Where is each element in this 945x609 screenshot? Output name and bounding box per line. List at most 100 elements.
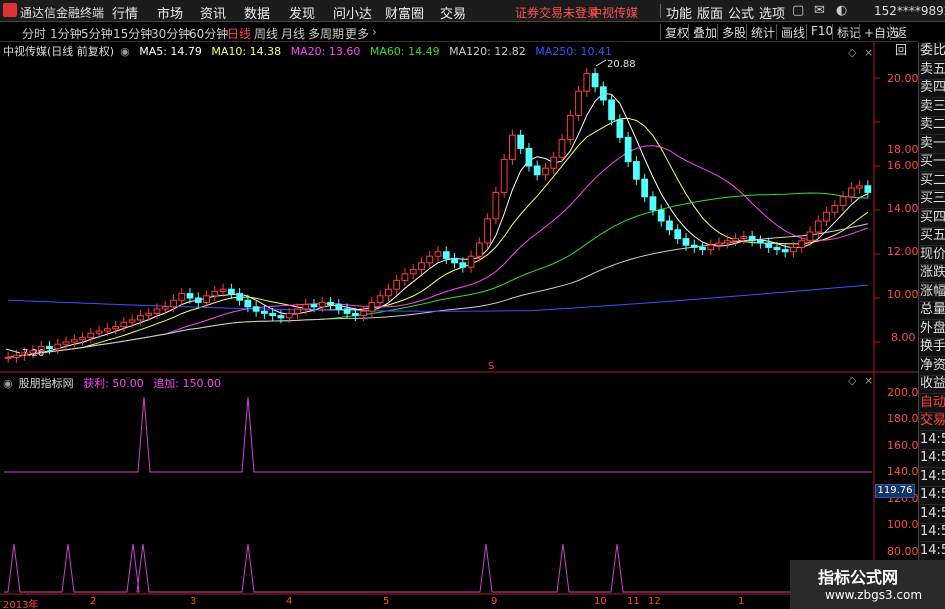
candle-body xyxy=(839,196,847,207)
side-panel-item[interactable]: 14:56 xyxy=(920,468,945,487)
period-5min[interactable]: 5分钟 xyxy=(81,25,113,42)
menu-jiaoyi[interactable]: 交易 xyxy=(440,3,466,22)
indicator-axis-label: 200.0 xyxy=(887,386,919,399)
menu-gongneng[interactable]: 功能 xyxy=(666,3,692,22)
menu-faxian[interactable]: 发现 xyxy=(289,3,315,22)
kline-chart-area[interactable]: ◇ × ◇ × xyxy=(0,42,918,609)
low-price-annotation: 7.26 xyxy=(22,348,45,359)
date-label: 10 xyxy=(594,596,607,607)
candle-body xyxy=(178,293,186,301)
trade-login-notice[interactable]: 证券交易未登录 xyxy=(515,4,599,21)
candle-body xyxy=(566,114,574,141)
watermark-title: 指标公式网 xyxy=(818,568,899,587)
indicator-settings-icon: ◇ xyxy=(848,374,857,387)
side-panel-item[interactable]: 委比 xyxy=(920,42,945,61)
side-panel-item[interactable]: 14:56 xyxy=(920,505,945,524)
tool-fuquan[interactable]: 复权 xyxy=(660,24,689,40)
period-60min[interactable]: 60分钟 xyxy=(189,25,228,42)
side-panel-item[interactable]: 外盘 xyxy=(920,320,945,339)
period-daily[interactable]: 日线 xyxy=(227,25,251,42)
side-panel-item[interactable]: 涨幅 xyxy=(920,283,945,302)
period-fenshi[interactable]: 分时 xyxy=(22,25,46,42)
side-panel-item[interactable]: 14:56 xyxy=(920,542,945,561)
side-panel-item[interactable]: 收益 xyxy=(920,375,945,394)
candle-body xyxy=(153,308,161,314)
side-panel-item[interactable]: 14:56 xyxy=(920,449,945,468)
candle-body xyxy=(823,211,830,222)
tool-biaoji[interactable]: 标记 xyxy=(832,24,861,40)
period-more[interactable]: 更多 xyxy=(345,25,369,42)
period-multi[interactable]: 多周期 xyxy=(308,25,344,42)
side-panel-item[interactable]: 买四 xyxy=(920,209,945,228)
dropdown-icon[interactable]: ◉ xyxy=(120,45,130,58)
side-panel-item[interactable]: 14:56 xyxy=(920,486,945,505)
side-panel-item[interactable]: 现价 xyxy=(920,246,945,265)
side-panel-item[interactable]: 买三 xyxy=(920,190,945,209)
side-panel-item[interactable]: 14:56 xyxy=(920,431,945,450)
current-stock-name: 中视传媒 xyxy=(590,6,639,20)
indicator-name[interactable]: 股朋指标网 xyxy=(19,377,74,390)
candle-body xyxy=(856,185,863,189)
high-price-annotation: 20.88 xyxy=(607,59,636,70)
menu-wenxiaoda[interactable]: 问小达 xyxy=(333,3,372,22)
stock-period-label[interactable]: 中视传媒(日线 前复权) xyxy=(3,45,114,58)
user-account[interactable]: 152****9892 xyxy=(874,4,945,18)
tool-diejia[interactable]: 叠加 xyxy=(688,24,717,40)
menu-hangqing[interactable]: 行情 xyxy=(112,3,138,22)
side-panel-item[interactable]: 卖二 xyxy=(920,116,945,135)
period-monthly[interactable]: 月线 xyxy=(281,25,305,42)
menu-shichang[interactable]: 市场 xyxy=(157,3,183,22)
skin-icon[interactable]: ◐ xyxy=(836,3,847,18)
menu-gongshi[interactable]: 公式 xyxy=(728,3,754,22)
watermark-url: www.zbgs3.com xyxy=(825,588,923,602)
candle-body xyxy=(550,156,558,169)
candle-body xyxy=(409,268,417,275)
indicator-param-add: 追加: 150.00 xyxy=(153,377,222,390)
menu-banmian[interactable]: 版面 xyxy=(697,3,723,22)
side-panel-item[interactable]: 买五 xyxy=(920,227,945,246)
indicator-dropdown-icon[interactable]: ◉ xyxy=(3,377,13,390)
tool-f10[interactable]: F10 xyxy=(806,24,833,40)
period-15min[interactable]: 15分钟 xyxy=(113,25,152,42)
candle-body xyxy=(137,315,144,321)
side-panel-item[interactable]: 卖四 xyxy=(920,79,945,98)
side-panel-item[interactable]: 自动 xyxy=(920,394,945,413)
candle-body xyxy=(70,339,78,343)
candle-body xyxy=(451,257,458,264)
period-30min[interactable]: 30分钟 xyxy=(151,25,190,42)
candle-body xyxy=(790,246,797,253)
side-panel-item[interactable]: 卖三 xyxy=(920,98,945,117)
period-1min[interactable]: 1分钟 xyxy=(50,25,82,42)
account-icon[interactable]: ▢ xyxy=(792,3,804,18)
candle-body xyxy=(186,293,194,299)
menu-caifuquan[interactable]: 财富圈 xyxy=(385,3,424,22)
side-panel-item[interactable]: 买二 xyxy=(920,172,945,191)
menu-shuju[interactable]: 数据 xyxy=(244,3,270,22)
menu-zixun[interactable]: 资讯 xyxy=(200,3,226,22)
indicator-close-icon: × xyxy=(864,374,873,387)
candle-body xyxy=(591,73,599,88)
tool-tongji[interactable]: 统计 xyxy=(746,24,775,40)
side-panel-item[interactable]: 卖一 xyxy=(920,135,945,154)
side-panel-item[interactable]: 卖五 xyxy=(920,61,945,80)
side-panel-item[interactable]: 净资 xyxy=(920,357,945,376)
side-panel-item[interactable]: 涨跌 xyxy=(920,264,945,283)
menu-xuanxiang[interactable]: 选项 xyxy=(759,3,785,22)
date-label: 9 xyxy=(491,596,498,607)
candle-body xyxy=(781,249,789,253)
side-panel-item[interactable]: 总量 xyxy=(920,301,945,320)
candle-body xyxy=(194,297,202,303)
candle-body xyxy=(757,240,764,244)
period-weekly[interactable]: 周线 xyxy=(254,25,278,42)
side-panel-item[interactable]: 交易 xyxy=(920,412,945,431)
side-panel-item[interactable]: 买一 xyxy=(920,153,945,172)
candle-body xyxy=(244,299,252,308)
side-panel-item[interactable]: 14:56 xyxy=(920,523,945,542)
tool-huaxian[interactable]: 画线 xyxy=(776,24,805,40)
chevron-right-icon[interactable]: › xyxy=(372,25,377,39)
message-icon[interactable]: ✉ xyxy=(814,3,825,18)
side-panel-item[interactable]: 换手 xyxy=(920,338,945,357)
tool-return[interactable]: 返回 xyxy=(890,24,918,57)
tool-duogu[interactable]: 多股 xyxy=(717,24,746,40)
candle-body xyxy=(641,178,649,198)
